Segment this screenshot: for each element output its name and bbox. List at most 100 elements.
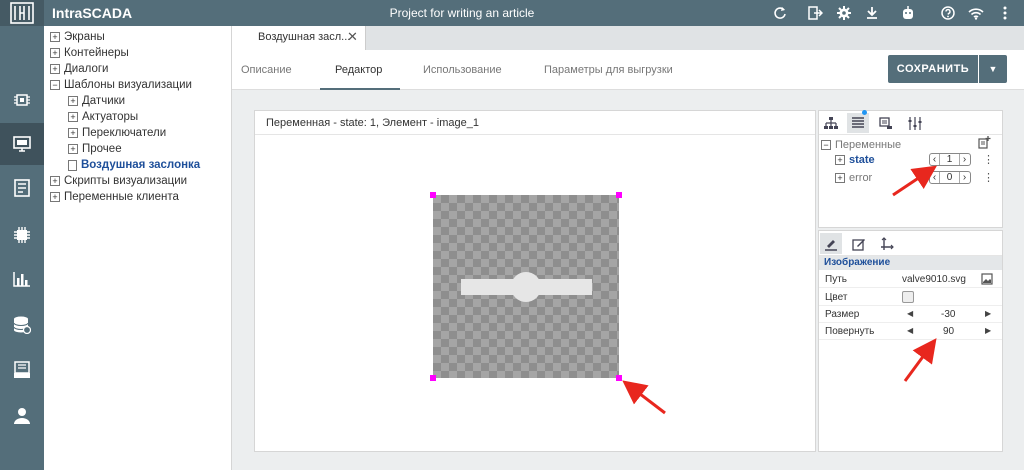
- expand-icon[interactable]: +: [835, 155, 845, 165]
- state-value-spinner[interactable]: ‹ 1 ›: [929, 153, 971, 166]
- archive-icon: [14, 361, 30, 378]
- tab-air-damper[interactable]: Воздушная засл... ✕: [232, 26, 366, 50]
- script-icon[interactable]: [875, 113, 897, 133]
- resize-handle-top-right[interactable]: [616, 192, 622, 198]
- edit-icon[interactable]: [848, 233, 870, 254]
- transform-icon[interactable]: [876, 233, 898, 254]
- expand-icon[interactable]: +: [68, 96, 78, 106]
- tree-item-screens[interactable]: + Экраны: [50, 29, 105, 45]
- wifi-icon[interactable]: [966, 3, 986, 23]
- tree-item-air-damper[interactable]: Воздушная заслонка: [68, 157, 200, 173]
- tab-export-params[interactable]: Параметры для выгрузки: [544, 64, 673, 76]
- tree-item-switches[interactable]: + Переключатели: [68, 125, 166, 141]
- gear-icon[interactable]: [834, 3, 854, 23]
- tab-label: Воздушная засл...: [258, 31, 351, 43]
- template-file-icon: [68, 159, 77, 171]
- size-value[interactable]: -30: [941, 309, 955, 320]
- rail-chip[interactable]: [0, 214, 44, 256]
- state-menu-icon[interactable]: ⋮: [983, 153, 994, 166]
- rotate-value[interactable]: 90: [943, 326, 954, 337]
- collapse-icon[interactable]: −: [821, 140, 831, 150]
- save-options-dropdown[interactable]: ▼: [979, 55, 1007, 83]
- variable-name: state: [849, 154, 875, 166]
- expand-icon[interactable]: +: [835, 173, 845, 183]
- export-icon[interactable]: [805, 3, 825, 23]
- error-value[interactable]: 0: [939, 172, 960, 183]
- properties-toolbar: [819, 231, 1002, 256]
- help-icon[interactable]: [938, 3, 958, 23]
- expand-icon[interactable]: +: [68, 128, 78, 138]
- tree-item-label: Контейнеры: [64, 47, 129, 59]
- expand-icon[interactable]: +: [50, 64, 60, 74]
- expand-icon[interactable]: +: [68, 144, 78, 154]
- resize-handle-bottom-right[interactable]: [616, 375, 622, 381]
- increment-icon[interactable]: ›: [960, 172, 969, 183]
- expand-icon[interactable]: +: [50, 176, 60, 186]
- rail-dashboard[interactable]: [0, 79, 44, 121]
- variable-name: error: [849, 172, 873, 184]
- tree-item-viz-templates[interactable]: − Шаблоны визуализации: [50, 77, 192, 93]
- decrement-icon[interactable]: ◀: [907, 309, 913, 318]
- expand-icon[interactable]: +: [50, 48, 60, 58]
- rail-user[interactable]: [0, 395, 44, 437]
- expand-icon[interactable]: +: [50, 192, 60, 202]
- fill-icon[interactable]: [820, 233, 842, 254]
- rail-database[interactable]: [0, 304, 44, 346]
- image-browse-icon[interactable]: [981, 273, 993, 288]
- color-checkbox[interactable]: [902, 291, 914, 303]
- rail-bar-chart[interactable]: [0, 258, 44, 300]
- robot-icon[interactable]: [898, 3, 918, 23]
- tab-editor[interactable]: Редактор: [335, 64, 382, 76]
- rail-document[interactable]: [0, 167, 44, 209]
- increment-icon[interactable]: ▶: [985, 326, 991, 335]
- variables-list-icon[interactable]: [847, 113, 869, 133]
- hierarchy-icon[interactable]: [820, 113, 842, 133]
- tree-item-dialogs[interactable]: + Диалоги: [50, 61, 108, 77]
- tree-item-actuators[interactable]: + Актуаторы: [68, 109, 138, 125]
- tree-item-other[interactable]: + Прочее: [68, 141, 122, 157]
- add-variable-icon[interactable]: [978, 136, 991, 152]
- download-icon[interactable]: [862, 3, 882, 23]
- left-rail: [0, 26, 44, 470]
- tree-item-sensors[interactable]: + Датчики: [68, 93, 125, 109]
- canvas-panel: Переменная - state: 1, Элемент - image_1: [254, 110, 816, 452]
- save-button[interactable]: СОХРАНИТЬ: [888, 55, 978, 83]
- tree-item-label: Скрипты визуализации: [64, 175, 188, 187]
- refresh-icon[interactable]: [770, 3, 790, 23]
- variables-header[interactable]: − Переменные: [821, 138, 901, 152]
- rail-monitor[interactable]: [0, 123, 44, 165]
- dashboard-icon: [14, 94, 30, 106]
- decrement-icon[interactable]: ‹: [930, 172, 939, 183]
- tree-item-label: Актуаторы: [82, 111, 139, 123]
- expand-icon[interactable]: +: [50, 32, 60, 42]
- error-value-spinner[interactable]: ‹ 0 ›: [929, 171, 971, 184]
- tab-description[interactable]: Описание: [241, 64, 292, 76]
- tune-icon[interactable]: [904, 113, 926, 133]
- decrement-icon[interactable]: ‹: [930, 154, 939, 165]
- collapse-icon[interactable]: −: [50, 80, 60, 90]
- tree-item-viz-scripts[interactable]: + Скрипты визуализации: [50, 173, 187, 189]
- tree-item-client-vars[interactable]: + Переменные клиента: [50, 189, 179, 205]
- tree-item-label: Прочее: [82, 143, 122, 155]
- increment-icon[interactable]: ▶: [985, 309, 991, 318]
- path-value[interactable]: valve9010.svg: [902, 274, 966, 285]
- decrement-icon[interactable]: ◀: [907, 326, 913, 335]
- variable-row-state[interactable]: + state: [835, 153, 875, 167]
- more-vertical-icon[interactable]: [995, 3, 1015, 23]
- tree-item-containers[interactable]: + Контейнеры: [50, 45, 129, 61]
- close-icon[interactable]: ✕: [347, 29, 358, 45]
- tree-item-label: Переключатели: [82, 127, 167, 139]
- prop-row-color: Цвет: [819, 289, 1002, 306]
- resize-handle-top-left[interactable]: [430, 192, 436, 198]
- image-element[interactable]: [433, 195, 619, 378]
- error-menu-icon[interactable]: ⋮: [983, 171, 994, 184]
- tree-item-label: Шаблоны визуализации: [64, 79, 192, 91]
- expand-icon[interactable]: +: [68, 112, 78, 122]
- variable-row-error[interactable]: + error: [835, 171, 872, 185]
- rail-archive[interactable]: [0, 349, 44, 391]
- state-value[interactable]: 1: [939, 154, 960, 165]
- resize-handle-bottom-left[interactable]: [430, 375, 436, 381]
- tab-usage[interactable]: Использование: [423, 64, 502, 76]
- tree-item-label: Датчики: [82, 95, 126, 107]
- increment-icon[interactable]: ›: [960, 154, 969, 165]
